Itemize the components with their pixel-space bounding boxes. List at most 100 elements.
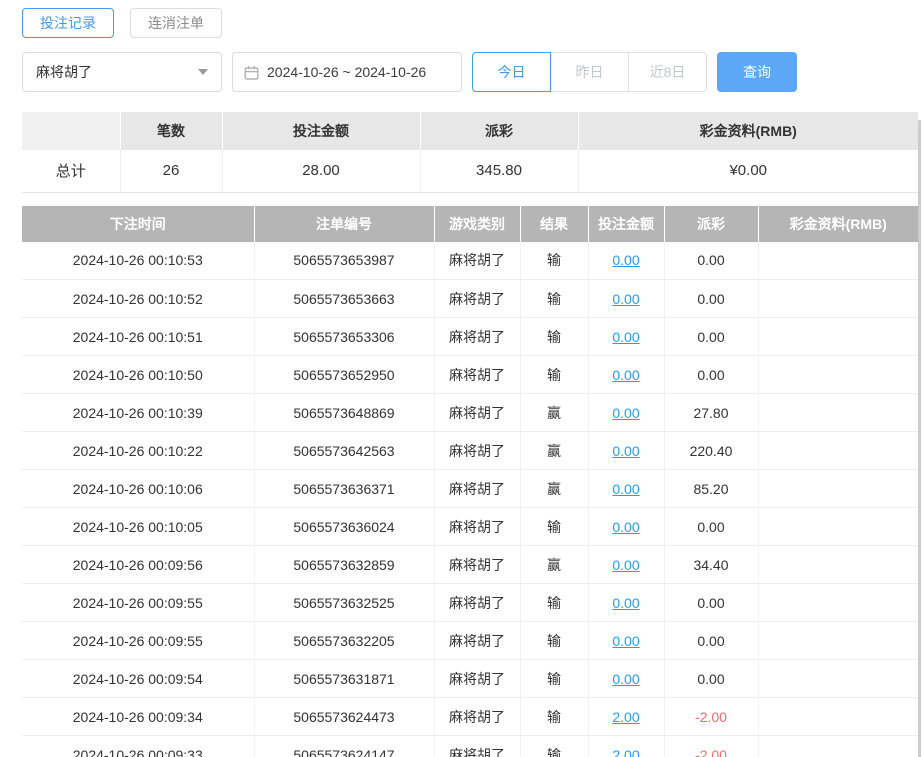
summary-header-bonus: 彩金资料(RMB) <box>578 112 918 150</box>
records-header-row: 下注时间 注单编号 游戏类别 结果 投注金额 派彩 彩金资料(RMB) <box>22 205 918 242</box>
cell-payout: 0.00 <box>664 507 759 546</box>
bet-amount-link[interactable]: 0.00 <box>612 557 639 573</box>
table-row: 2024-10-26 00:10:50 5065573652950 麻将胡了 输… <box>22 355 918 394</box>
summary-payout-value: 345.80 <box>420 150 579 193</box>
cell-bet-amount: 0.00 <box>588 355 665 394</box>
cell-result: 输 <box>520 355 589 394</box>
cell-game-type: 麻将胡了 <box>434 317 521 356</box>
cell-result: 赢 <box>520 545 589 584</box>
bet-amount-link[interactable]: 2.00 <box>612 747 639 757</box>
cell-payout: 85.20 <box>664 469 759 508</box>
bet-amount-link[interactable]: 0.00 <box>612 633 639 649</box>
summary-table: 笔数 投注金额 派彩 彩金资料(RMB) 总计 26 28.00 345.80 … <box>22 112 918 193</box>
date-range-input[interactable]: 2024-10-26 ~ 2024-10-26 <box>232 52 462 92</box>
table-row: 2024-10-26 00:10:39 5065573648869 麻将胡了 赢… <box>22 393 918 432</box>
cell-bet-amount: 0.00 <box>588 659 665 698</box>
cell-payout: 27.80 <box>664 393 759 432</box>
cell-game-type: 麻将胡了 <box>434 697 521 736</box>
cell-bonus <box>758 735 918 757</box>
cell-result: 输 <box>520 583 589 622</box>
cell-bet-amount: 0.00 <box>588 241 665 280</box>
table-row: 2024-10-26 00:10:53 5065573653987 麻将胡了 输… <box>22 241 918 280</box>
top-tabs: 投注记录 连消注单 <box>22 8 918 38</box>
table-row: 2024-10-26 00:09:34 5065573624473 麻将胡了 输… <box>22 697 918 736</box>
header-result: 结果 <box>520 205 589 242</box>
cell-payout: 0.00 <box>664 583 759 622</box>
cell-bet-time: 2024-10-26 00:10:39 <box>22 393 255 432</box>
summary-count-value: 26 <box>120 150 223 193</box>
summary-bonus-value: ¥0.00 <box>578 150 918 193</box>
records-table: 下注时间 注单编号 游戏类别 结果 投注金额 派彩 彩金资料(RMB) 2024… <box>22 205 918 757</box>
cell-game-type: 麻将胡了 <box>434 393 521 432</box>
table-row: 2024-10-26 00:09:55 5065573632525 麻将胡了 输… <box>22 583 918 622</box>
cell-payout: 220.40 <box>664 431 759 470</box>
cell-bet-time: 2024-10-26 00:10:06 <box>22 469 255 508</box>
cell-payout: 0.00 <box>664 241 759 280</box>
header-bet-time: 下注时间 <box>22 205 255 242</box>
table-row: 2024-10-26 00:10:05 5065573636024 麻将胡了 输… <box>22 507 918 546</box>
vertical-scrollbar[interactable] <box>918 120 921 757</box>
cell-payout: 0.00 <box>664 355 759 394</box>
cell-payout: 0.00 <box>664 659 759 698</box>
cell-bet-amount: 0.00 <box>588 507 665 546</box>
cell-order-number: 5065573653663 <box>254 279 435 318</box>
bet-amount-link[interactable]: 0.00 <box>612 291 639 307</box>
cell-bet-time: 2024-10-26 00:09:55 <box>22 621 255 660</box>
cell-bet-amount: 2.00 <box>588 735 665 757</box>
cell-result: 输 <box>520 735 589 757</box>
cell-bonus <box>758 355 918 394</box>
cell-bet-time: 2024-10-26 00:10:52 <box>22 279 255 318</box>
yesterday-button[interactable]: 昨日 <box>550 52 629 92</box>
today-button[interactable]: 今日 <box>472 52 551 92</box>
cell-result: 输 <box>520 317 589 356</box>
summary-header-payout: 派彩 <box>420 112 579 150</box>
cell-order-number: 5065573624473 <box>254 697 435 736</box>
table-row: 2024-10-26 00:09:55 5065573632205 麻将胡了 输… <box>22 621 918 660</box>
summary-header-count: 笔数 <box>120 112 223 150</box>
chevron-down-icon <box>198 69 208 75</box>
table-row: 2024-10-26 00:10:22 5065573642563 麻将胡了 赢… <box>22 431 918 470</box>
table-row: 2024-10-26 00:10:52 5065573653663 麻将胡了 输… <box>22 279 918 318</box>
cell-bet-time: 2024-10-26 00:10:05 <box>22 507 255 546</box>
cell-bonus <box>758 317 918 356</box>
tab-cancel-orders[interactable]: 连消注单 <box>130 8 222 38</box>
bet-amount-link[interactable]: 0.00 <box>612 367 639 383</box>
cell-bet-amount: 0.00 <box>588 469 665 508</box>
cell-result: 赢 <box>520 393 589 432</box>
table-row: 2024-10-26 00:10:51 5065573653306 麻将胡了 输… <box>22 317 918 356</box>
bet-amount-link[interactable]: 0.00 <box>612 329 639 345</box>
bet-amount-link[interactable]: 2.00 <box>612 709 639 725</box>
bet-amount-link[interactable]: 0.00 <box>612 443 639 459</box>
cell-bet-amount: 2.00 <box>588 697 665 736</box>
summary-header-row: 笔数 投注金额 派彩 彩金资料(RMB) <box>22 112 918 150</box>
header-game-type: 游戏类别 <box>434 205 521 242</box>
cell-bonus <box>758 697 918 736</box>
date-shortcut-group: 今日 昨日 近8日 <box>472 52 707 92</box>
query-button[interactable]: 查询 <box>717 52 797 92</box>
cell-result: 赢 <box>520 469 589 508</box>
cell-bet-time: 2024-10-26 00:09:55 <box>22 583 255 622</box>
cell-bet-amount: 0.00 <box>588 279 665 318</box>
header-payout: 派彩 <box>664 205 759 242</box>
bet-amount-link[interactable]: 0.00 <box>612 405 639 421</box>
cell-order-number: 5065573632525 <box>254 583 435 622</box>
game-select[interactable]: 麻将胡了 <box>22 52 222 92</box>
cell-game-type: 麻将胡了 <box>434 507 521 546</box>
bet-amount-link[interactable]: 0.00 <box>612 481 639 497</box>
table-row: 2024-10-26 00:10:06 5065573636371 麻将胡了 赢… <box>22 469 918 508</box>
bet-amount-link[interactable]: 0.00 <box>612 595 639 611</box>
cell-bonus <box>758 279 918 318</box>
cell-game-type: 麻将胡了 <box>434 469 521 508</box>
bet-amount-link[interactable]: 0.00 <box>612 519 639 535</box>
last-8-days-button[interactable]: 近8日 <box>628 52 707 92</box>
bet-amount-link[interactable]: 0.00 <box>612 671 639 687</box>
cell-bonus <box>758 659 918 698</box>
header-bet-amount: 投注金额 <box>588 205 665 242</box>
summary-total-label: 总计 <box>22 150 121 193</box>
table-row: 2024-10-26 00:09:54 5065573631871 麻将胡了 输… <box>22 659 918 698</box>
tab-betting-records[interactable]: 投注记录 <box>22 8 114 38</box>
cell-game-type: 麻将胡了 <box>434 735 521 757</box>
cell-result: 输 <box>520 279 589 318</box>
bet-amount-link[interactable]: 0.00 <box>612 252 639 268</box>
cell-game-type: 麻将胡了 <box>434 355 521 394</box>
